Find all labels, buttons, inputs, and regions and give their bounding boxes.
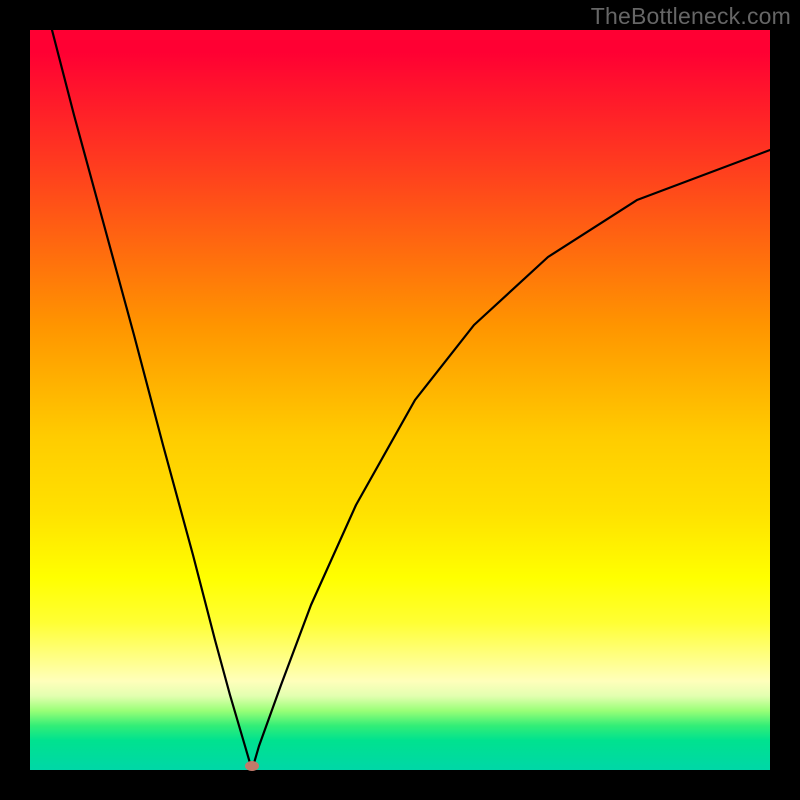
watermark-text: TheBottleneck.com (591, 3, 791, 30)
minimum-marker-dot (245, 761, 259, 771)
bottleneck-curve (30, 30, 770, 770)
plot-area (30, 30, 770, 770)
curve-path (52, 30, 770, 770)
